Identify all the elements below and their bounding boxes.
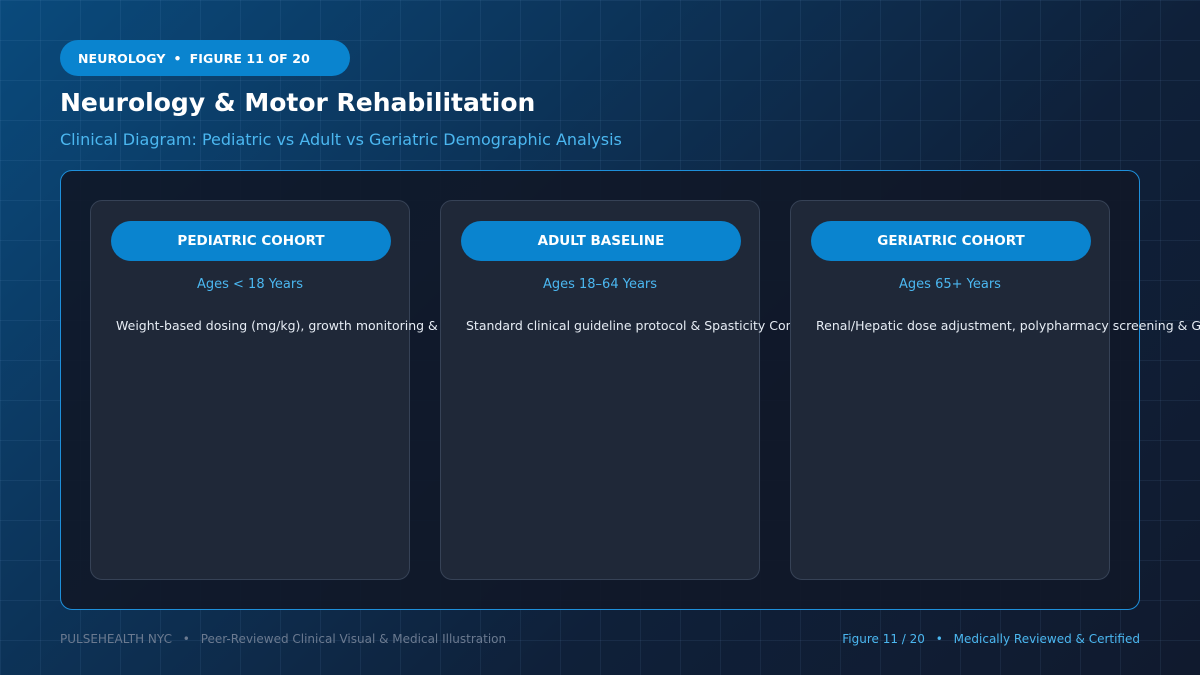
footer-brand: PULSEHEALTH NYC [60, 632, 172, 646]
page-title: Neurology & Motor Rehabilitation [60, 88, 536, 117]
footer-separator: • [182, 632, 190, 646]
cohort-ages: Ages 18–64 Years [542, 277, 658, 292]
cohort-label: PEDIATRIC COHORT [111, 221, 391, 261]
badge-separator: • [173, 50, 182, 66]
cohort-description: Standard clinical guideline protocol & S… [466, 318, 815, 333]
cohort-card-pediatric: PEDIATRIC COHORT Ages < 18 Years Weight-… [90, 200, 459, 580]
category-label: NEUROLOGY [78, 50, 166, 66]
footer-status: Figure 11 / 20 • Medically Reviewed & Ce… [842, 632, 1140, 646]
footer-certification: Medically Reviewed & Certified [953, 632, 1140, 646]
cohort-ages: Ages 65+ Years [899, 277, 1001, 292]
footer-tagline: Peer-Reviewed Clinical Visual & Medical … [200, 632, 507, 646]
figure-badge: NEUROLOGY • FIGURE 11 OF 20 [60, 40, 350, 76]
cohort-description: Weight-based dosing (mg/kg), growth moni… [116, 318, 459, 333]
cohort-label: ADULT BASELINE [461, 221, 741, 261]
cohort-card-adult: ADULT BASELINE Ages 18–64 Years Standard… [440, 200, 814, 580]
cohort-label: GERIATRIC COHORT [811, 221, 1091, 261]
figure-label: FIGURE 11 OF 20 [189, 50, 310, 66]
footer-credit: PULSEHEALTH NYC • Peer-Reviewed Clinical… [60, 632, 506, 646]
cohort-description: Renal/Hepatic dose adjustment, polypharm… [816, 318, 1200, 333]
footer-figure: Figure 11 / 20 [842, 632, 925, 646]
cohort-card-geriatric: GERIATRIC COHORT Ages 65+ Years Renal/He… [790, 200, 1200, 580]
cohort-ages: Ages < 18 Years [196, 277, 304, 292]
page-subtitle: Clinical Diagram: Pediatric vs Adult vs … [60, 130, 622, 149]
footer-separator: • [935, 632, 943, 646]
